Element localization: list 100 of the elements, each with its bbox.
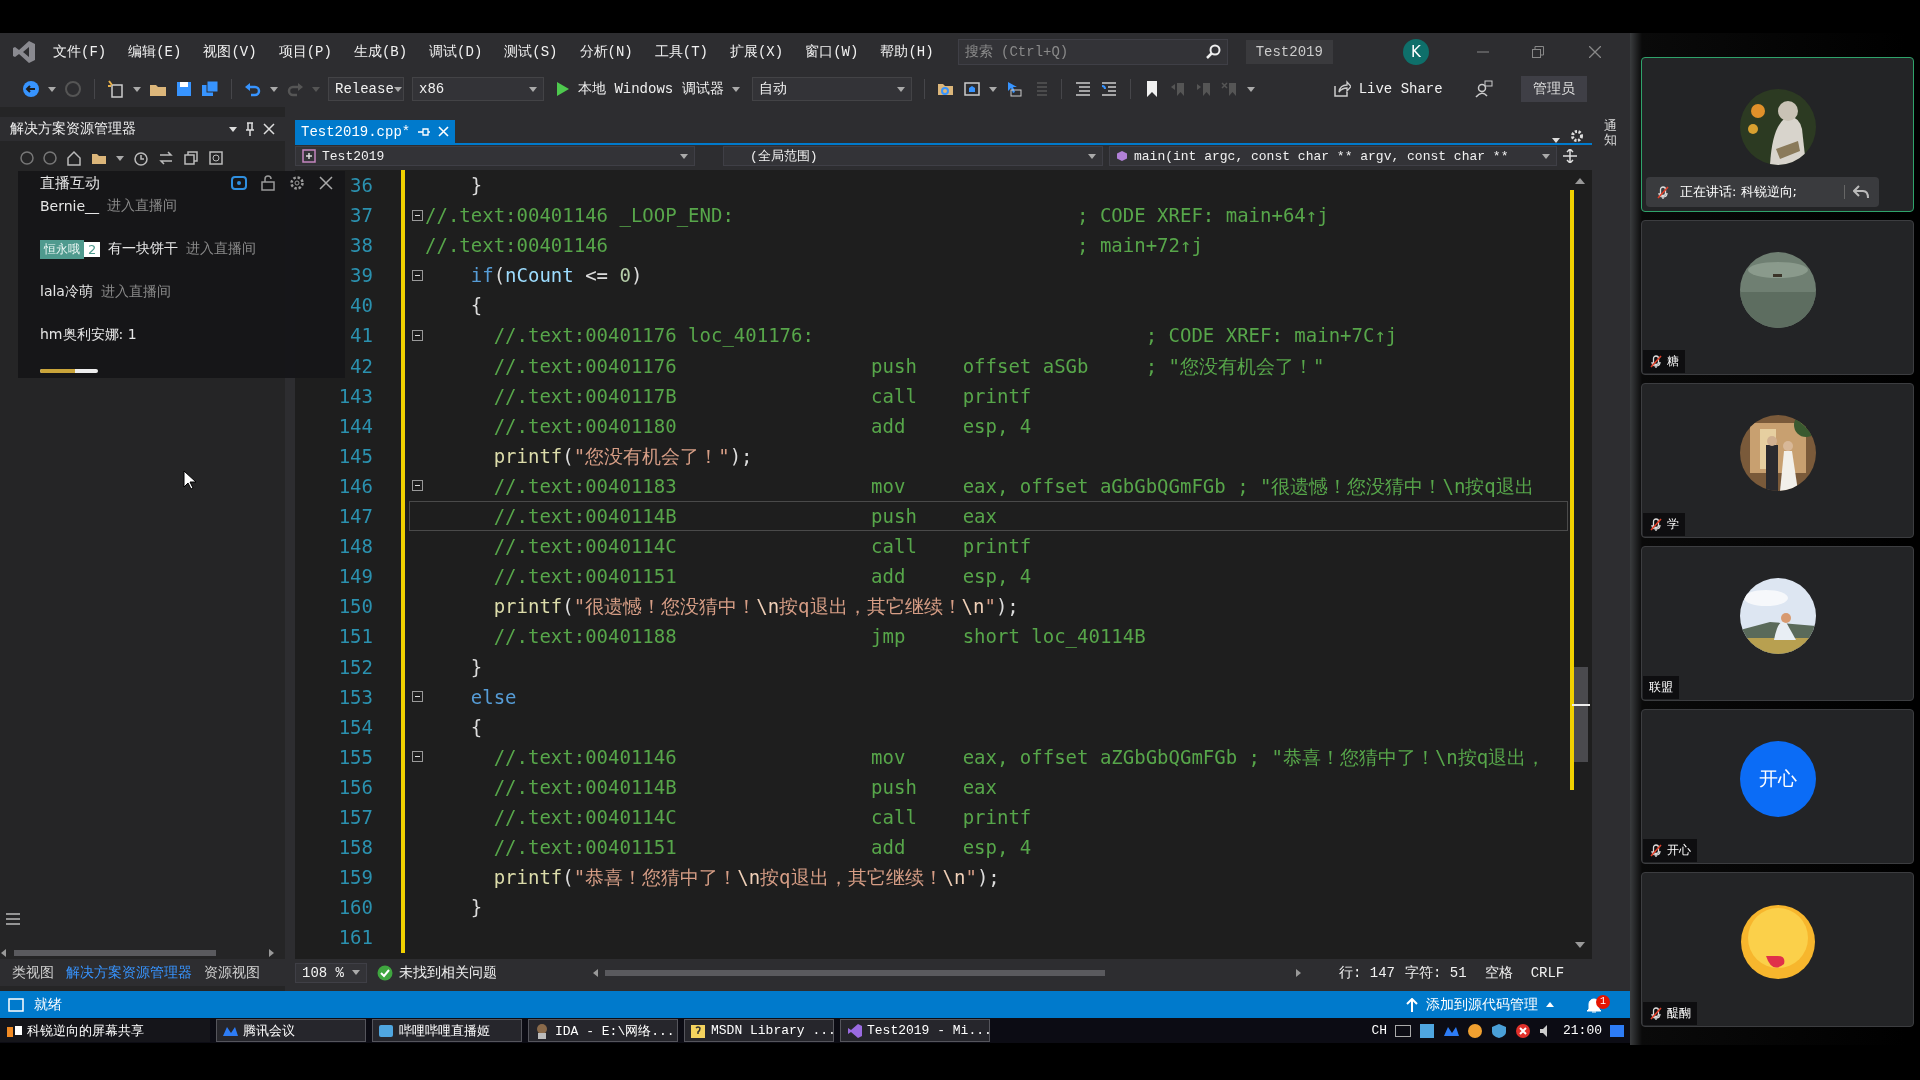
caret-icon[interactable] [116, 155, 124, 161]
sync-icon[interactable] [158, 150, 174, 166]
taskbar-button[interactable]: 科锐逆向的屏幕共享 [0, 1019, 210, 1042]
target-dropdown[interactable]: 自动 [751, 77, 912, 101]
caret-icon[interactable] [529, 86, 537, 92]
menu-item[interactable]: 测试(S) [504, 43, 558, 61]
back-icon[interactable] [22, 80, 40, 98]
taskbar-button[interactable]: 哔哩哔哩直播姬 [372, 1019, 522, 1042]
menu-item[interactable]: 帮助(H) [880, 43, 934, 61]
network-icon[interactable] [1419, 1022, 1435, 1039]
taskbar-button[interactable]: IDA - E:\网络... [528, 1019, 678, 1042]
error-icon[interactable] [1515, 1022, 1531, 1039]
shield-icon[interactable] [1491, 1022, 1507, 1039]
caret-icon[interactable] [270, 86, 278, 92]
live-icon[interactable] [231, 175, 247, 191]
preview-icon[interactable] [208, 150, 224, 166]
menu-item[interactable]: 调试(D) [429, 43, 483, 61]
close-icon[interactable] [319, 176, 333, 190]
collapse-icon[interactable] [412, 269, 423, 281]
menu-item[interactable]: 编辑(E) [128, 43, 182, 61]
collapse-icon[interactable] [412, 480, 423, 492]
person-bubble-icon[interactable] [1474, 80, 1493, 98]
home-icon[interactable] [66, 150, 82, 166]
search-icon [1204, 44, 1221, 60]
collapse-icon[interactable] [412, 209, 423, 221]
new-project-icon[interactable] [107, 80, 125, 98]
line-number: 39 [350, 264, 373, 287]
live-share-button[interactable]: Live Share [1332, 80, 1443, 98]
panel-tab[interactable]: 资源视图 [204, 963, 260, 982]
undo-icon[interactable] [244, 80, 262, 98]
save-icon[interactable] [175, 80, 193, 98]
history-icon[interactable] [133, 150, 149, 166]
app-icon [378, 1022, 394, 1039]
notifications-tab[interactable]: 通知 [1604, 119, 1617, 148]
caret-icon[interactable] [1542, 153, 1550, 159]
panel-tab[interactable]: 解决方案资源管理器 [66, 963, 192, 982]
caret-icon[interactable] [393, 86, 402, 92]
comment-icon[interactable] [1073, 80, 1092, 98]
uncomment-icon[interactable] [1099, 80, 1118, 98]
horizontal-scrollbar[interactable] [0, 947, 275, 959]
caret-icon[interactable] [229, 126, 237, 132]
caret-icon[interactable] [1088, 153, 1096, 159]
return-arrow-icon[interactable] [1853, 185, 1869, 199]
taskbar-button[interactable]: Test2019 - Mi... [840, 1019, 990, 1042]
zoom-dropdown[interactable]: 108 % [295, 962, 367, 983]
restore-icon[interactable] [1531, 46, 1544, 58]
scope-dropdown[interactable]: (全局范围) [723, 146, 1103, 166]
collapse-icon[interactable] [412, 751, 423, 763]
caret-icon[interactable] [680, 153, 688, 159]
caret-icon[interactable] [731, 86, 740, 92]
project-dropdown[interactable]: Test2019 [295, 146, 695, 166]
progress-bar [40, 369, 98, 373]
clock: 21:00 [1563, 1023, 1602, 1038]
menu-item[interactable]: 窗口(W) [805, 43, 859, 61]
window-icon[interactable] [962, 80, 981, 98]
settings-icon[interactable] [289, 175, 305, 191]
configuration-dropdown[interactable]: Release [328, 77, 404, 101]
panel-tab[interactable]: 类视图 [12, 963, 54, 982]
lock-icon[interactable] [261, 175, 275, 191]
back-icon[interactable] [20, 151, 34, 165]
line-number: 148 [338, 535, 373, 558]
caret-icon[interactable] [896, 86, 905, 92]
menu-item[interactable]: 项目(P) [278, 43, 332, 61]
keyboard-icon[interactable] [1395, 1024, 1411, 1037]
show-desktop-icon[interactable] [1610, 1023, 1624, 1038]
share-icon [1332, 80, 1351, 98]
caret-icon[interactable] [1246, 86, 1255, 92]
source-control-button[interactable]: 添加到源代码管理 [1406, 995, 1554, 1014]
list-icon[interactable] [6, 913, 20, 925]
caret-icon[interactable] [988, 86, 997, 92]
bell-icon[interactable] [1586, 996, 1602, 1013]
menu-item[interactable]: 生成(B) [353, 43, 408, 61]
split-icon[interactable] [1563, 149, 1577, 163]
collapse-icon[interactable] [412, 691, 423, 703]
admin-button[interactable]: 管理员 [1520, 76, 1587, 102]
menu-item[interactable]: 扩展(X) [729, 43, 784, 61]
collapse-icon[interactable] [412, 330, 423, 341]
menu-item[interactable]: 工具(T) [654, 43, 708, 61]
menu-item[interactable]: 文件(F) [53, 43, 107, 61]
caret-icon[interactable] [48, 86, 56, 92]
forward-icon[interactable] [43, 151, 57, 165]
menu-item[interactable]: 分析(N) [579, 43, 633, 61]
code-line: //.text:00401151 add esp, 4 [492, 835, 1032, 861]
platform-dropdown[interactable]: x86 [412, 77, 544, 101]
menu-item[interactable]: 视图(V) [203, 43, 257, 61]
taskbar-button[interactable]: MSDN Library ... [684, 1019, 834, 1042]
caret-icon[interactable] [352, 970, 360, 975]
start-debugging-button[interactable]: 本地 Windows 调试器 [552, 80, 744, 98]
search-field[interactable]: 搜索 (Ctrl+Q) [957, 39, 1228, 65]
code-line: //.text:00401188 jmp short loc_40114B [492, 624, 1146, 650]
caret-icon[interactable] [133, 86, 141, 92]
copy-icon[interactable] [183, 150, 199, 166]
member-dropdown[interactable]: main(int argc, const char ** argv, const char ** [1109, 146, 1557, 166]
code-line: } [469, 654, 483, 680]
account-avatar[interactable]: K [1402, 39, 1429, 65]
panel-title: 直播互动 [40, 173, 101, 193]
chat-icon[interactable] [1467, 1022, 1483, 1039]
save-all-icon[interactable] [201, 80, 219, 98]
taskbar-button[interactable]: 腾讯会议 [216, 1019, 366, 1042]
pin-icon[interactable] [245, 122, 255, 136]
